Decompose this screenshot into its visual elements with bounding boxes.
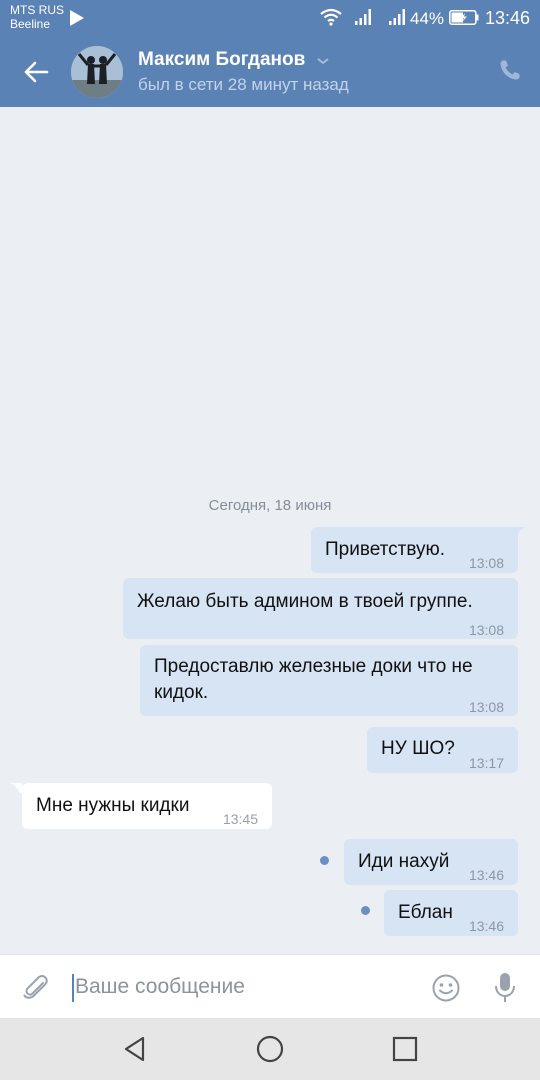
- attach-icon[interactable]: [22, 973, 50, 1003]
- avatar-image: [71, 46, 123, 98]
- message-time: 13:17: [468, 755, 504, 771]
- mic-icon[interactable]: [493, 971, 517, 1005]
- phone-icon[interactable]: [498, 58, 522, 82]
- avatar[interactable]: [71, 46, 123, 98]
- battery-icon: [449, 10, 479, 25]
- message-time: 13:08: [468, 622, 504, 638]
- last-seen-status: был в сети 28 минут назад: [138, 75, 349, 94]
- message-text: Приветствую.: [325, 539, 446, 560]
- contact-name[interactable]: Максим Богданов: [138, 49, 305, 71]
- wifi-icon: [320, 8, 342, 26]
- carrier-2: Beeline: [10, 17, 51, 31]
- nav-recents-icon[interactable]: [392, 1036, 418, 1062]
- message-bubble-outgoing[interactable]: Желаю быть админом в твоей группе. 13:08: [123, 578, 518, 639]
- message-text: Мне нужны кидки: [36, 795, 190, 816]
- text-cursor: [72, 974, 74, 1002]
- carrier-1: MTS RUS: [10, 3, 64, 17]
- play-icon: [70, 10, 84, 26]
- carrier-info: MTS RUS Beeline: [10, 3, 64, 31]
- message-bubble-incoming[interactable]: Мне нужны кидки 13:45: [22, 783, 272, 829]
- bubble-tail: [514, 527, 526, 537]
- message-text: Иди нахуй: [358, 851, 450, 872]
- app-header: MTS RUS Beeline 44% 13:46 Максим Богдано…: [0, 0, 540, 107]
- chevron-down-icon[interactable]: [316, 56, 330, 66]
- bubble-tail: [10, 783, 22, 793]
- message-bubble-outgoing[interactable]: Еблан 13:46: [384, 890, 518, 936]
- message-text: НУ ШО?: [381, 738, 455, 759]
- message-time: 13:08: [468, 699, 504, 715]
- back-arrow-icon[interactable]: [22, 58, 50, 86]
- battery-percent: 44%: [410, 9, 445, 28]
- message-text-line-2: кидок.: [154, 682, 209, 703]
- signal-icon: [355, 9, 371, 25]
- smile-icon[interactable]: [431, 973, 461, 1003]
- message-time: 13:45: [222, 811, 258, 827]
- message-text: Желаю быть админом в твоей группе.: [137, 591, 473, 612]
- message-bubble-outgoing[interactable]: НУ ШО? 13:17: [367, 727, 518, 773]
- message-text-line-1: Предоставлю железные доки что не: [154, 656, 473, 677]
- status-bar: MTS RUS Beeline 44% 13:46: [0, 0, 540, 36]
- message-time: 13:08: [468, 555, 504, 571]
- message-time: 13:46: [468, 918, 504, 934]
- message-input[interactable]: [75, 969, 405, 1005]
- message-bubble-outgoing[interactable]: Приветствую. 13:08: [311, 527, 518, 573]
- nav-home-icon[interactable]: [256, 1035, 284, 1063]
- date-separator: Сегодня, 18 июня: [208, 497, 332, 514]
- message-composer: [0, 954, 540, 1018]
- message-time: 13:46: [468, 867, 504, 883]
- unread-indicator: [361, 906, 370, 915]
- message-bubble-outgoing[interactable]: Предоставлю железные доки что не кидок. …: [140, 645, 518, 716]
- nav-back-icon[interactable]: [121, 1035, 149, 1063]
- status-time: 13:46: [485, 8, 531, 28]
- signal-icon: [389, 9, 405, 25]
- message-bubble-outgoing[interactable]: Иди нахуй 13:46: [344, 839, 518, 885]
- message-text: Еблан: [398, 902, 453, 923]
- system-navigation-bar: [0, 1018, 540, 1080]
- unread-indicator: [320, 856, 329, 865]
